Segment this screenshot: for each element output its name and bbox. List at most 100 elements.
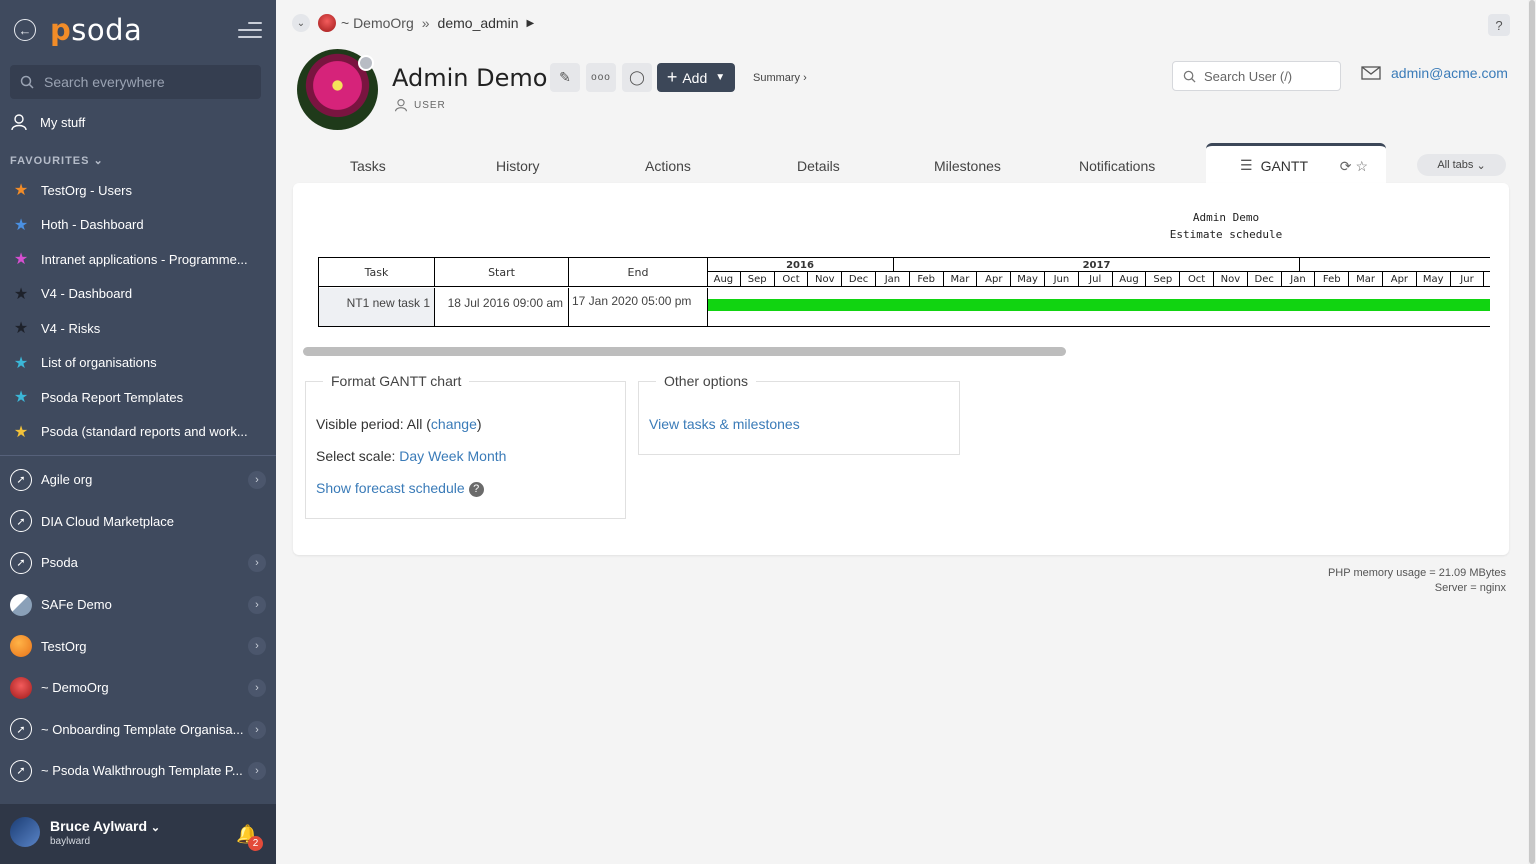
scale-month-link[interactable]: Month	[468, 448, 507, 464]
global-search-input[interactable]	[44, 74, 244, 90]
compass-icon: ➚	[10, 468, 32, 491]
star-icon: ★	[13, 216, 29, 234]
org-item-safe-demo[interactable]: SAFe Demo ›	[0, 584, 276, 626]
other-options-panel: Other options View tasks & milestones	[638, 373, 960, 455]
refresh-icon[interactable]: ⟳	[1340, 158, 1356, 174]
email-link[interactable]: admin@acme.com	[1361, 65, 1508, 81]
gantt-month: Dec	[842, 272, 876, 286]
tab-tasks[interactable]: Tasks	[350, 158, 386, 174]
format-gantt-legend: Format GANTT chart	[323, 373, 470, 389]
chevron-right-icon[interactable]: ›	[248, 471, 266, 489]
tab-actions[interactable]: Actions	[645, 158, 691, 174]
gantt-col-task: Task	[319, 257, 435, 287]
chevron-right-icon[interactable]: ›	[248, 637, 266, 656]
caret-right-icon[interactable]: ▶	[526, 18, 534, 29]
sidebar-header: ← psoda	[0, 0, 276, 62]
tab-gantt[interactable]: ☰ GANTT ⟳☆	[1206, 143, 1386, 185]
add-button[interactable]: + Add ▼	[657, 63, 735, 92]
psoda-logo[interactable]: psoda	[50, 13, 142, 47]
flower-icon	[10, 676, 32, 699]
back-icon[interactable]: ←	[14, 19, 36, 41]
chevron-down-icon[interactable]: ⌄	[292, 14, 310, 32]
search-user-input[interactable]	[1204, 68, 1334, 84]
user-name[interactable]: Bruce Aylward ⌄	[50, 818, 160, 834]
breadcrumb-user[interactable]: demo_admin	[438, 15, 519, 31]
my-stuff-link[interactable]: My stuff	[10, 113, 85, 131]
star-icon: ★	[13, 354, 29, 372]
favourite-item[interactable]: ★ Psoda Report Templates	[0, 380, 276, 415]
tab-history[interactable]: History	[496, 158, 540, 174]
tab-milestones[interactable]: Milestones	[934, 158, 1001, 174]
gantt-task-name[interactable]: NT1 new task 1	[319, 288, 435, 327]
help-icon[interactable]: ?	[468, 481, 484, 497]
avatar[interactable]	[10, 817, 40, 847]
chevron-right-icon[interactable]: ›	[248, 762, 266, 781]
star-icon: ★	[13, 182, 29, 200]
ellipsis-icon: ooo	[591, 72, 611, 83]
scale-week-link[interactable]: Week	[428, 448, 464, 464]
chevron-right-icon[interactable]: ›	[248, 554, 266, 573]
org-item-onboarding[interactable]: ➚ ~ Onboarding Template Organisa... ›	[0, 709, 276, 751]
org-item-demoorg[interactable]: ~ DemoOrg ›	[0, 667, 276, 709]
all-tabs-dropdown[interactable]: All tabs ⌄	[1417, 154, 1506, 176]
star-icon: ★	[13, 251, 29, 269]
favourite-item[interactable]: ★ V4 - Risks	[0, 311, 276, 346]
gantt-task-bar[interactable]	[708, 299, 1490, 311]
favourite-item[interactable]: ★ Hoth - Dashboard	[0, 208, 276, 243]
org-item-psoda[interactable]: ➚ Psoda ›	[0, 542, 276, 584]
tag-button[interactable]: ◯	[622, 63, 652, 92]
tab-bar: Tasks History Actions Details Milestones…	[293, 143, 1509, 185]
chevron-down-icon: ⌄	[93, 155, 104, 167]
favourites-list: ★ TestOrg - Users ★ Hoth - Dashboard ★ Intr…	[0, 173, 276, 449]
global-search[interactable]	[10, 65, 261, 99]
tab-notifications[interactable]: Notifications	[1079, 158, 1155, 174]
gantt-month: Jan	[876, 272, 910, 286]
gantt-col-end: End	[569, 257, 708, 287]
search-icon	[20, 75, 34, 89]
summary-link[interactable]: Summary ›	[753, 72, 807, 84]
php-memory-usage: PHP memory usage = 21.09 MBytes	[1327, 567, 1506, 579]
role-label: USER	[394, 98, 446, 112]
view-tasks-milestones-link[interactable]: View tasks & milestones	[649, 416, 800, 432]
collapse-menu-icon[interactable]	[238, 22, 262, 40]
favourite-item[interactable]: ★ TestOrg - Users	[0, 173, 276, 208]
favourite-item[interactable]: ★ Intranet applications - Programme...	[0, 242, 276, 277]
scale-day-link[interactable]: Day	[399, 448, 424, 464]
gantt-month: May	[1011, 272, 1045, 286]
org-item-agile-org[interactable]: ➚ Agile org ›	[0, 459, 276, 501]
chevron-right-icon[interactable]: ›	[248, 720, 266, 739]
org-item-walkthrough[interactable]: ➚ ~ Psoda Walkthrough Template P... ›	[0, 750, 276, 792]
org-item-dia-cloud[interactable]: ➚ DIA Cloud Marketplace	[0, 501, 276, 543]
chevron-right-icon[interactable]: ›	[248, 595, 266, 614]
my-stuff-label: My stuff	[40, 114, 86, 130]
change-period-link[interactable]: change	[431, 416, 477, 432]
horizontal-scrollbar[interactable]	[303, 347, 1066, 356]
org-item-testorg[interactable]: TestOrg ›	[0, 625, 276, 667]
gantt-month: Mar	[944, 272, 978, 286]
breadcrumb-org[interactable]: ~ DemoOrg	[341, 15, 414, 31]
gantt-month: Nov	[1214, 272, 1248, 286]
gantt-month: Sep	[1146, 272, 1181, 286]
sidebar: ← psoda My stuff FAVOURITES ⌄ ★TestOrg -…	[0, 0, 276, 864]
search-user-box[interactable]	[1172, 61, 1341, 91]
forecast-row: Show forecast schedule?	[316, 480, 484, 497]
show-forecast-link[interactable]: Show forecast schedule	[316, 480, 465, 496]
favourite-item[interactable]: ★ List of organisations	[0, 346, 276, 381]
help-button[interactable]: ?	[1488, 14, 1510, 36]
gantt-month: Nov	[808, 272, 843, 286]
favourite-item[interactable]: ★ V4 - Dashboard	[0, 277, 276, 312]
tab-details[interactable]: Details	[797, 158, 840, 174]
edit-button[interactable]: ✎	[550, 63, 580, 92]
star-icon: ★	[13, 389, 29, 407]
more-options-button[interactable]: ooo	[586, 63, 616, 92]
view-tasks-row: View tasks & milestones	[649, 416, 800, 432]
compass-icon: ➚	[10, 551, 32, 574]
tag-icon: ◯	[629, 69, 645, 85]
star-outline-icon[interactable]: ☆	[1355, 158, 1372, 174]
favourites-heading[interactable]: FAVOURITES ⌄	[10, 154, 104, 167]
favourite-item[interactable]: ★ Psoda (standard reports and work...	[0, 415, 276, 450]
logo-text: soda	[71, 13, 143, 47]
gantt-month: Sep	[741, 272, 775, 286]
chevron-right-icon[interactable]: ›	[248, 678, 266, 697]
page-scrollbar[interactable]	[1528, 0, 1536, 864]
